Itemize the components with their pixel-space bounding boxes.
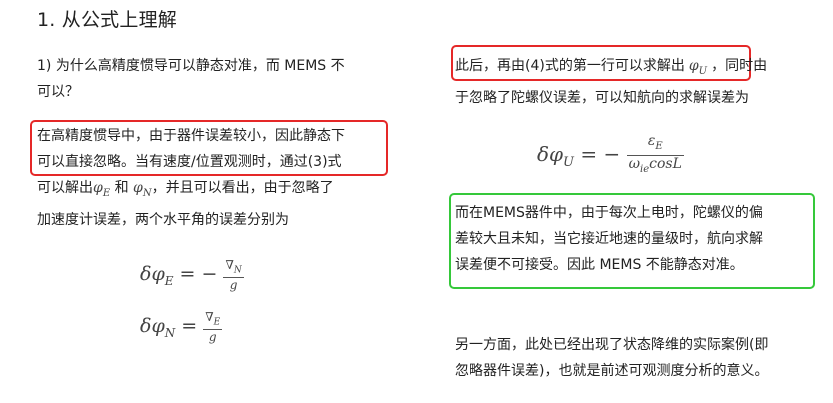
phi-e-symbol: φE bbox=[93, 180, 111, 199]
left-line-3-and: 和 bbox=[110, 180, 134, 196]
formula-delta-phi-n: δφN = ∇E g bbox=[140, 310, 223, 345]
question-line-2: 可以？ bbox=[37, 84, 79, 100]
left-line-3-pre: 可以解出 bbox=[37, 180, 93, 196]
right-mid-line-2: 差较大且未知，当它接近地速的量级时，航向求解 bbox=[455, 231, 763, 247]
section-title: 1. 从公式上理解 bbox=[37, 9, 177, 31]
formula-e-fraction: ∇N g bbox=[223, 258, 244, 293]
right-top-paragraph: 此后，再由(4)式的第一行可以求解出 φU ，同时由 于忽略了陀螺仪误差，可以知航向… bbox=[455, 53, 815, 111]
left-line-2: 可以直接忽略。当有速度/位置观测时，通过(3)式 bbox=[37, 154, 342, 170]
right-bottom-line-2: 忽略器件误差)，也就是前述可观测度分析的意义。 bbox=[455, 363, 769, 379]
right-bottom-paragraph: 另一方面，此处已经出现了状态降维的实际案例(即 忽略器件误差)，也就是前述可观测… bbox=[455, 332, 810, 384]
left-line-3-post: ，并且可以看出，由于忽略了 bbox=[151, 180, 334, 196]
right-mid-paragraph: 而在MEMS器件中，由于每次上电时，陀螺仪的偏 差较大且未知，当它接近地速的量级… bbox=[455, 200, 810, 278]
right-bottom-line-1: 另一方面，此处已经出现了状态降维的实际案例(即 bbox=[455, 337, 769, 353]
right-mid-line-3: 误差便不可接受。因此 MEMS 不能静态对准。 bbox=[455, 257, 744, 273]
phi-u-symbol: φU bbox=[688, 58, 708, 77]
right-top-line-1: 此后，再由(4)式的第一行可以求解出 φU ，同时由 bbox=[455, 58, 768, 77]
left-line-1: 在高精度惯导中，由于器件误差较小，因此静态下 bbox=[37, 128, 345, 144]
question-line-1: 1) 为什么高精度惯导可以静态对准，而 MEMS 不 bbox=[37, 58, 345, 74]
formula-delta-phi-u: δφU = − εE ωiecosL bbox=[537, 133, 684, 178]
right-top-line-2: 于忽略了陀螺仪误差，可以知航向的求解误差为 bbox=[455, 89, 749, 106]
left-line-3: 可以解出φE 和 φN，并且可以看出，由于忽略了 bbox=[37, 175, 387, 207]
question-text: 1) 为什么高精度惯导可以静态对准，而 MEMS 不 可以？ bbox=[37, 53, 397, 105]
left-paragraph: 在高精度惯导中，由于器件误差较小，因此静态下 可以直接忽略。当有速度/位置观测时… bbox=[37, 123, 387, 233]
left-line-4: 加速度计误差，两个水平角的误差分别为 bbox=[37, 211, 289, 228]
formula-u-fraction: εE ωiecosL bbox=[626, 133, 684, 175]
formula-delta-phi-e: δφE = − ∇N g bbox=[140, 258, 244, 293]
right-mid-line-1: 而在MEMS器件中，由于每次上电时，陀螺仪的偏 bbox=[455, 205, 763, 221]
formula-n-fraction: ∇E g bbox=[203, 310, 223, 345]
phi-n-symbol: φN bbox=[133, 180, 152, 199]
